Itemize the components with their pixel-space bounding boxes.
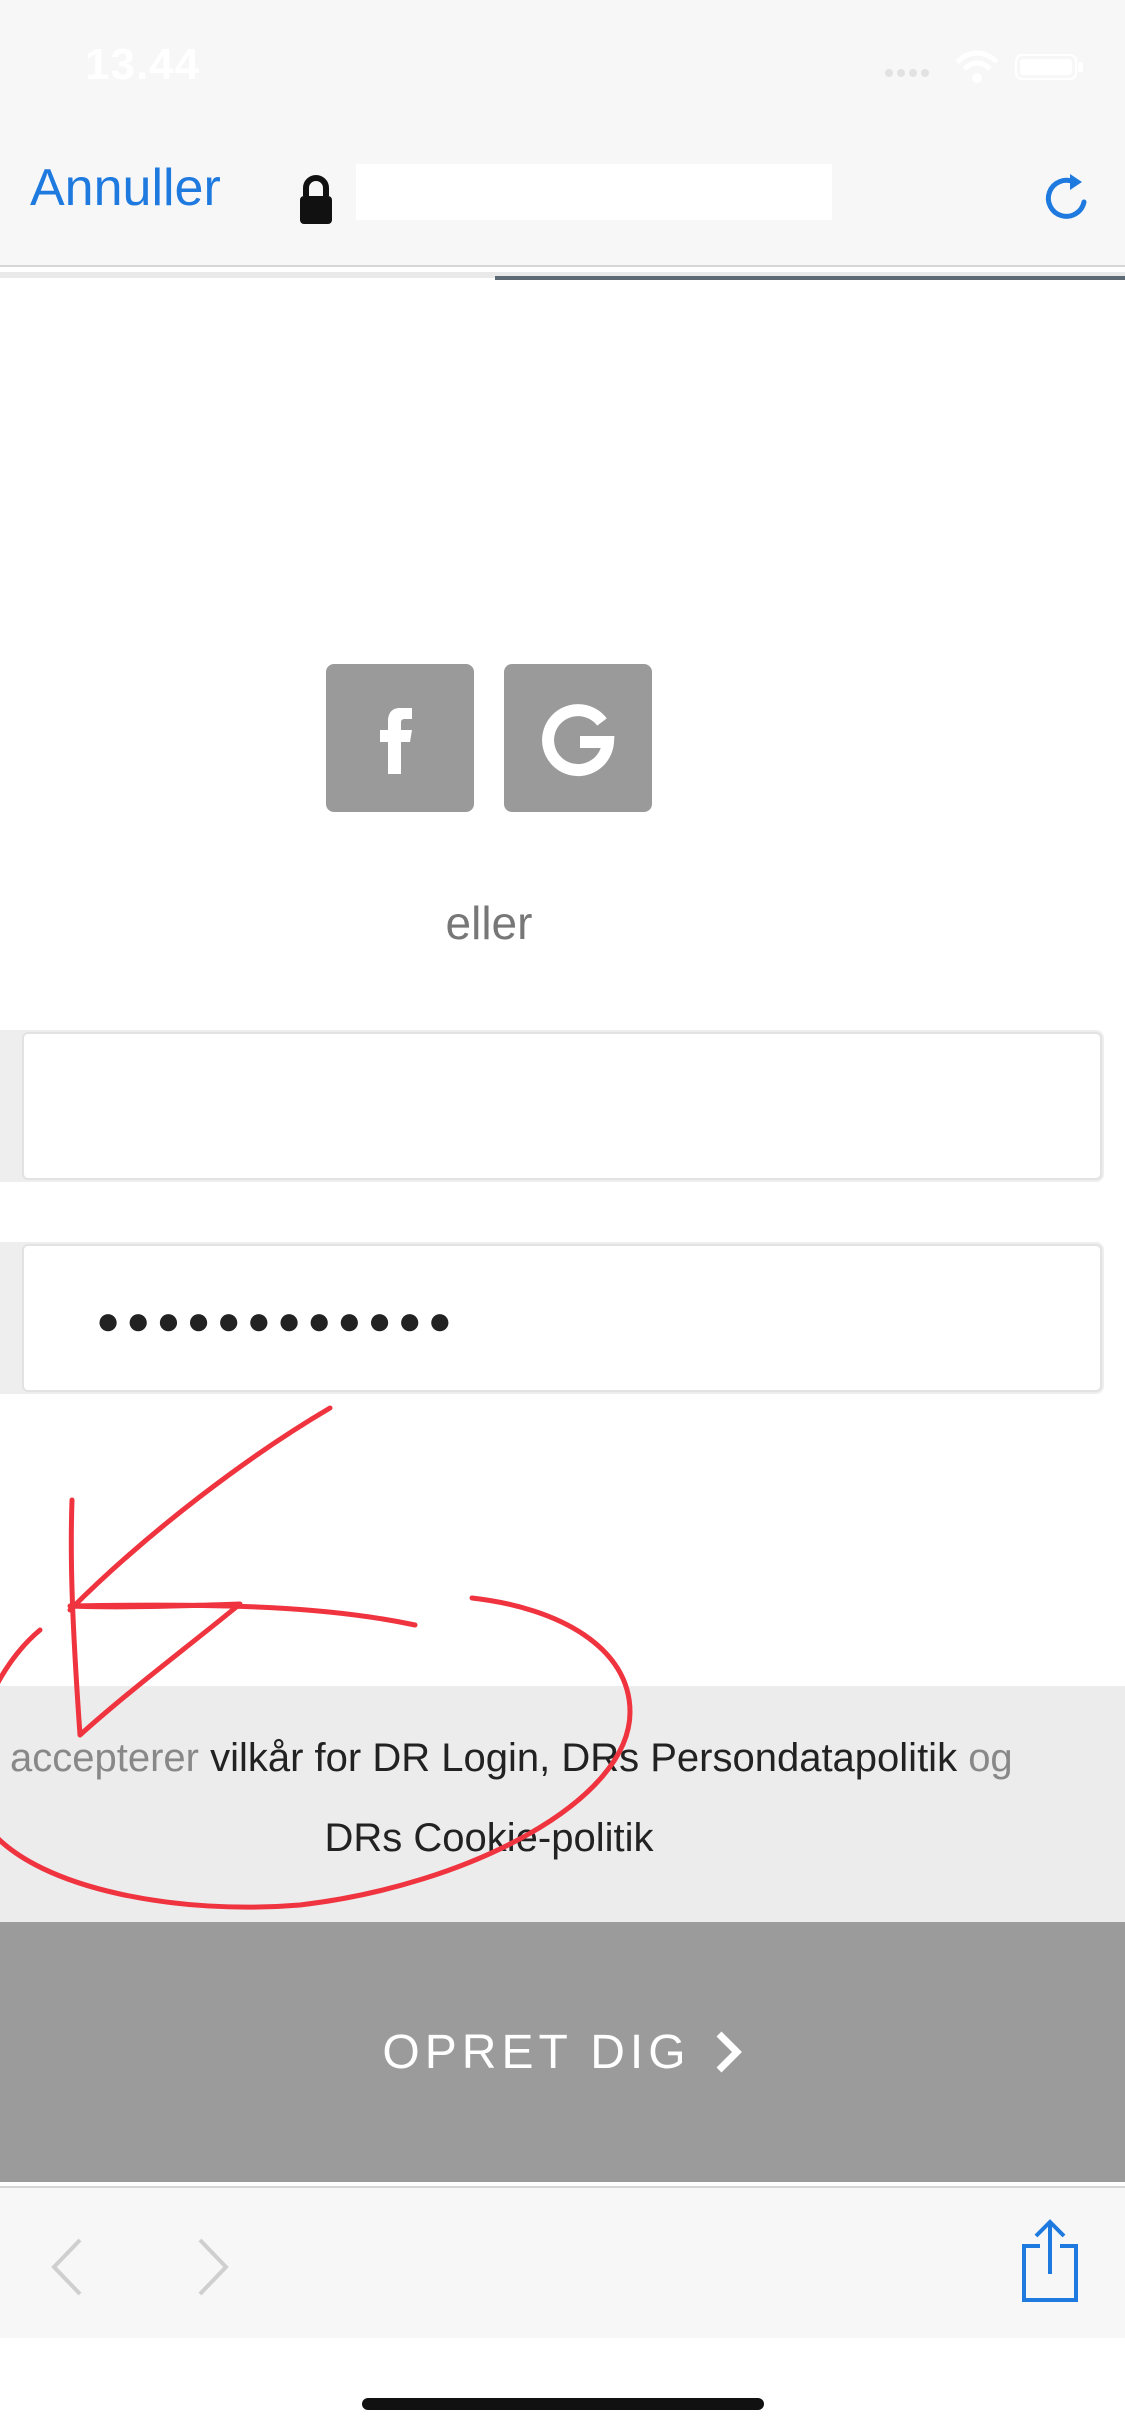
email-field-wrap <box>0 1030 1104 1182</box>
terms-prefix: accepterer <box>10 1736 199 1780</box>
facebook-login-button[interactable] <box>326 664 474 812</box>
google-icon <box>542 704 615 777</box>
facebook-icon <box>380 708 412 774</box>
password-field[interactable]: ●●●●●●●●●●●● <box>22 1244 1102 1392</box>
lock-icon <box>300 175 332 224</box>
wifi-icon <box>955 50 999 83</box>
email-field[interactable] <box>22 1032 1102 1180</box>
home-indicator <box>362 2398 764 2410</box>
browser-nav-bar: Annuller <box>0 140 1125 267</box>
create-account-button[interactable]: OPRET DIG <box>0 1922 1125 2182</box>
url-field[interactable] <box>356 164 832 220</box>
google-login-button[interactable] <box>504 664 652 812</box>
terms-suffix: og <box>968 1736 1013 1780</box>
signal-icon <box>885 69 929 77</box>
status-time: 13.44 <box>85 40 201 89</box>
password-field-wrap: ●●●●●●●●●●●● <box>0 1242 1104 1394</box>
create-account-label: OPRET DIG <box>382 2025 691 2079</box>
password-value: ●●●●●●●●●●●● <box>96 1299 458 1343</box>
screen: 13.44 Annuller eller ●●●●●●●●●●●● accept… <box>0 0 1125 2436</box>
status-icons <box>883 50 1085 84</box>
terms-line-1: accepterer vilkår for DR Login, DRs Pers… <box>10 1736 1013 1781</box>
browser-toolbar <box>0 2186 1125 2338</box>
share-icon[interactable] <box>1020 2218 1080 2304</box>
chevron-right-icon <box>716 2031 742 2073</box>
terms-links[interactable]: vilkår for DR Login, DRs Persondatapolit… <box>199 1736 968 1780</box>
forward-icon[interactable] <box>196 2238 230 2296</box>
cookie-policy-link[interactable]: DRs Cookie-politik <box>0 1816 978 1861</box>
terms-box: accepterer vilkår for DR Login, DRs Pers… <box>0 1686 1125 1922</box>
social-login-row <box>326 664 652 812</box>
battery-icon <box>1015 54 1083 80</box>
or-divider-text: eller <box>445 897 533 949</box>
status-bar: 13.44 <box>0 0 1125 140</box>
back-icon[interactable] <box>50 2238 84 2296</box>
progress-fill <box>495 276 1125 280</box>
cancel-button[interactable]: Annuller <box>30 158 221 218</box>
reload-icon[interactable] <box>1040 170 1096 226</box>
annotation-arrow-shaft <box>67 1405 333 1613</box>
